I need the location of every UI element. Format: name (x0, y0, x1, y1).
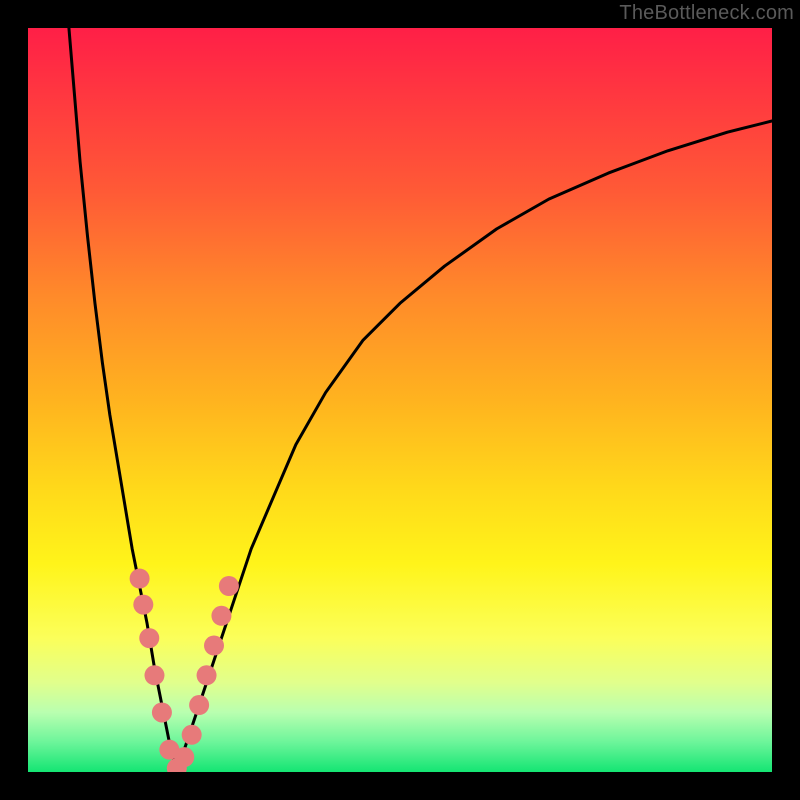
chart-frame: TheBottleneck.com (0, 0, 800, 800)
watermark-text: TheBottleneck.com (619, 2, 794, 25)
data-marker (130, 569, 150, 589)
data-marker (189, 695, 209, 715)
data-marker (182, 725, 202, 745)
data-marker (211, 606, 231, 626)
data-marker (152, 702, 172, 722)
curve-lines (69, 28, 772, 772)
plot-area (28, 28, 772, 772)
data-marker (174, 747, 194, 767)
data-marker (204, 636, 224, 656)
chart-svg (28, 28, 772, 772)
data-marker (144, 665, 164, 685)
data-marker (139, 628, 159, 648)
curve-markers (130, 569, 239, 772)
data-marker (219, 576, 239, 596)
data-marker (197, 665, 217, 685)
data-marker (133, 595, 153, 615)
series-right-branch (177, 121, 772, 772)
series-left-branch (69, 28, 177, 772)
